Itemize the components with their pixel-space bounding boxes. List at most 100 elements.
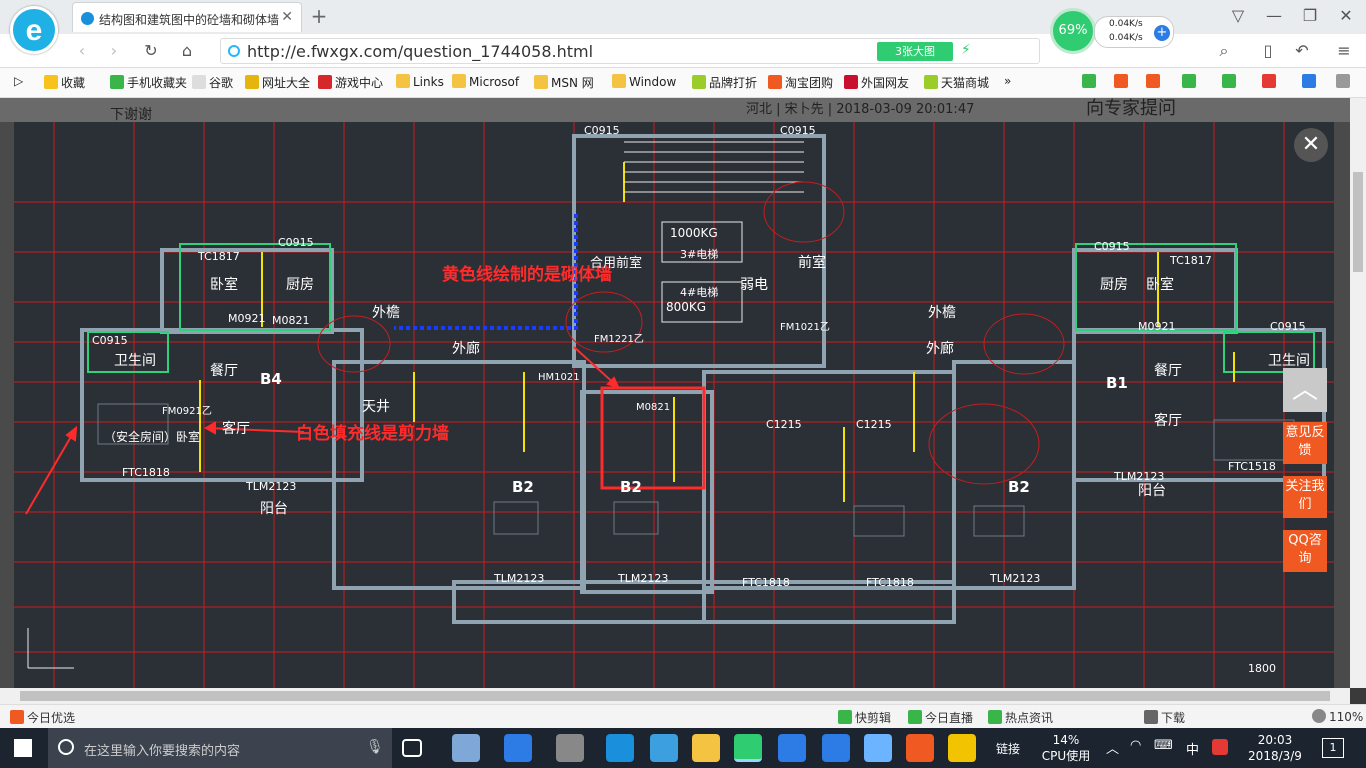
keyboard-icon[interactable]: ⌨	[1154, 738, 1173, 753]
code-label: TLM2123	[246, 480, 297, 493]
fav-item-tmall[interactable]: 天猫商城	[924, 74, 989, 92]
vertical-scroll-thumb[interactable]	[1353, 172, 1363, 272]
pdf-icon[interactable]	[906, 734, 934, 762]
settings-menu-icon[interactable]: ≡	[1334, 41, 1354, 61]
ime-indicator[interactable]: 中	[1186, 739, 1199, 758]
app-swirl-icon[interactable]	[556, 734, 584, 762]
ext-tv-icon[interactable]	[1114, 74, 1131, 92]
taskbar-search[interactable]: 在这里输入你要搜索的内容 🎙	[48, 728, 392, 768]
qq-consult-button[interactable]: QQ咨询	[1283, 530, 1327, 572]
fav-item-microsoft[interactable]: Microsof	[452, 74, 519, 92]
url-field[interactable]: http://e.fwxgx.com/question_1744058.html…	[220, 38, 1040, 64]
ext-search-icon[interactable]	[1302, 74, 1319, 92]
fav-item-links[interactable]: Links	[396, 74, 444, 92]
close-window-icon[interactable]: ✕	[1336, 6, 1356, 26]
fav-item-mobile[interactable]: 手机收藏夹	[110, 74, 187, 92]
phone-icon[interactable]: ▯	[1258, 41, 1278, 61]
fav-item-nav[interactable]: 网址大全	[245, 74, 310, 92]
feedback-button[interactable]: 意见反馈	[1283, 422, 1327, 464]
code-label: C1215	[766, 418, 802, 431]
ext-grid-icon[interactable]	[1336, 74, 1353, 92]
maximize-icon[interactable]: ❐	[1300, 6, 1320, 26]
unit-label-b2-c: B2	[1008, 478, 1030, 496]
ext-translate-icon[interactable]	[1222, 74, 1239, 92]
fav-item-foreign[interactable]: 外国网友	[844, 74, 909, 92]
ext-shield-icon[interactable]	[1182, 74, 1199, 92]
new-tab-icon[interactable]: +	[308, 6, 330, 26]
browser-tab[interactable]: 结构图和建筑图中的砼墙和砌体墙 ✕	[72, 2, 302, 32]
task-view-icon[interactable]	[402, 739, 422, 757]
news-link[interactable]: 热点资讯	[988, 709, 1053, 726]
ext-scissors-icon[interactable]	[1262, 74, 1279, 92]
app-fan-icon[interactable]	[452, 734, 480, 762]
code-label: FTC1818	[742, 576, 790, 589]
scroll-top-button[interactable]: ︿	[1283, 368, 1327, 412]
quick-edit-link[interactable]: 快剪辑	[838, 709, 891, 726]
lightning-icon[interactable]: ⚡	[961, 42, 971, 58]
white-wall-annotation: 白色填充线是剪力墙	[296, 424, 449, 444]
search-circle-icon	[58, 739, 74, 755]
ext-game-icon[interactable]	[1082, 74, 1099, 92]
minimize-icon[interactable]: —	[1264, 6, 1284, 26]
ie-icon[interactable]	[650, 734, 678, 762]
page-header-strip: 下谢谢 河北 | 宋卜先 | 2018-03-09 20:01:47 向专家提问	[0, 98, 1350, 123]
windows-start-icon[interactable]	[14, 739, 32, 757]
today-picks-link[interactable]: 今日优选	[10, 709, 75, 726]
close-viewer-button[interactable]: ✕	[1294, 128, 1328, 162]
zoom-level[interactable]: 110%	[1312, 709, 1363, 724]
back-icon[interactable]: ‹	[72, 41, 92, 61]
search-icon[interactable]: ⌕	[1214, 41, 1234, 61]
app-plus-icon[interactable]	[822, 734, 850, 762]
edge-icon[interactable]	[606, 734, 634, 762]
clock[interactable]: 20:03 2018/3/9	[1240, 732, 1310, 764]
fav-toggle-icon[interactable]: ▷	[14, 74, 23, 92]
undo-icon[interactable]: ↶	[1292, 41, 1312, 61]
performance-widget[interactable]: 69% 0.04K/s 0.04K/s +	[1050, 8, 1180, 54]
app-window-icon[interactable]	[864, 734, 892, 762]
fav-item-taobao[interactable]: 淘宝团购	[768, 74, 833, 92]
horizontal-scroll-thumb[interactable]	[20, 691, 1330, 701]
taskbar-search-placeholder: 在这里输入你要搜索的内容	[84, 744, 241, 759]
elevator-1-capacity: 1000KG	[670, 226, 718, 240]
fav-more-icon[interactable]: »	[1004, 74, 1011, 92]
image-count-button[interactable]: 3张大图	[877, 42, 953, 61]
refresh-icon[interactable]: ↻	[140, 41, 162, 61]
code-label: M0921	[228, 312, 266, 325]
sogou-icon[interactable]	[1212, 739, 1228, 755]
link-label[interactable]: 链接	[996, 740, 1020, 757]
app-swirl-blue-icon[interactable]	[778, 734, 806, 762]
horizontal-scrollbar[interactable]	[0, 688, 1350, 704]
microphone-icon[interactable]: 🎙	[366, 739, 384, 755]
page-content: 下谢谢 河北 | 宋卜先 | 2018-03-09 20:01:47 向专家提问	[0, 98, 1350, 688]
browser-logo-icon[interactable]: e	[10, 6, 58, 54]
cpu-usage: 14% CPU使用	[1036, 732, 1096, 764]
browser-active-icon[interactable]	[734, 734, 762, 762]
home-icon[interactable]: ⌂	[176, 41, 198, 61]
cpu-label: CPU使用	[1041, 749, 1091, 763]
fav-item-msn[interactable]: MSN 网	[534, 74, 594, 92]
ask-expert-link[interactable]: 向专家提问	[1086, 98, 1176, 120]
code-label: TLM2123	[494, 572, 545, 585]
live-link[interactable]: 今日直播	[908, 709, 973, 726]
fav-item-google[interactable]: 谷歌	[192, 74, 233, 92]
ext-discount-icon[interactable]	[1146, 74, 1163, 92]
fav-item-games[interactable]: 游戏中心	[318, 74, 383, 92]
download-link[interactable]: 下载	[1144, 709, 1185, 726]
notification-icon[interactable]: 1	[1322, 738, 1344, 758]
file-explorer-icon[interactable]	[692, 734, 720, 762]
menu-icon[interactable]: ▽	[1228, 6, 1248, 26]
cad-image: 黄色线绘制的是砌体墙 白色填充线是剪力墙 B4 B2 B2 B2 B1 卧室 厨…	[14, 122, 1334, 688]
forward-icon[interactable]: ›	[104, 41, 124, 61]
wifi-icon[interactable]: ◠	[1130, 738, 1141, 753]
fav-item-brand[interactable]: 品牌打折	[692, 74, 757, 92]
tray-up-icon[interactable]: ︿	[1106, 738, 1119, 757]
fav-item-windows[interactable]: Window	[612, 74, 676, 92]
speed-plus-icon[interactable]: +	[1154, 25, 1170, 41]
fav-item-star[interactable]: 收藏	[44, 74, 85, 92]
ie-browser-icon[interactable]	[504, 734, 532, 762]
tab-close-icon[interactable]: ✕	[281, 9, 293, 25]
follow-us-button[interactable]: 关注我们	[1283, 476, 1327, 518]
question-heading: 下谢谢	[110, 107, 152, 123]
notes-icon[interactable]	[948, 734, 976, 762]
vertical-scrollbar[interactable]	[1350, 98, 1366, 688]
